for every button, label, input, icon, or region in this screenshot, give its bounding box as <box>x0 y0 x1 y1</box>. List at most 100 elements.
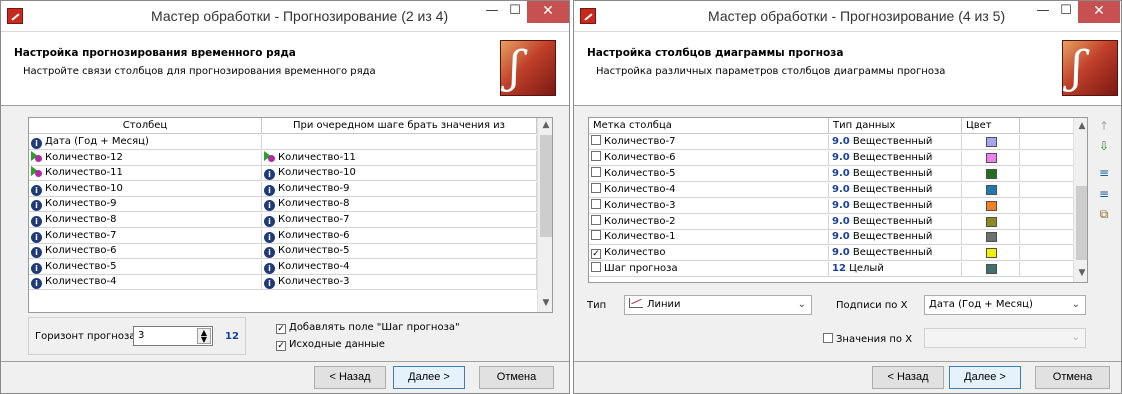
column-header-source[interactable]: При очередном шаге брать значения из <box>262 118 537 134</box>
label-cell[interactable]: Количество-5 <box>589 166 829 182</box>
type-cell[interactable]: 9.0 Вещественный <box>829 135 962 150</box>
table-row[interactable]: i Количество-5 i Количество-4 <box>29 259 537 275</box>
table-row[interactable]: Количество-3 9.0 Вещественный <box>589 198 1073 214</box>
chart-type-select[interactable]: Линии ⌄ <box>624 295 812 315</box>
color-cell[interactable] <box>962 135 1020 150</box>
label-cell[interactable]: ✓ Количество <box>589 246 829 262</box>
color-cell[interactable] <box>962 262 1020 278</box>
checkbox-icon[interactable] <box>591 230 601 241</box>
checkbox-icon[interactable] <box>591 214 601 225</box>
color-swatch[interactable] <box>986 184 997 195</box>
label-cell[interactable]: Количество-2 <box>589 214 829 230</box>
column-cell[interactable]: i Количество-9 <box>29 197 262 213</box>
close-button[interactable]: ✕ <box>1078 1 1120 23</box>
color-swatch[interactable] <box>986 248 997 259</box>
move-up-icon[interactable]: ↑ <box>1096 119 1112 133</box>
checkbox-icon[interactable]: ✓ <box>276 324 286 334</box>
column-cell[interactable]: i Количество-10 <box>29 181 262 197</box>
spinner-arrows-icon[interactable]: ▲ ▼ <box>197 328 211 344</box>
type-cell[interactable]: 9.0 Вещественный <box>829 246 962 262</box>
checkbox-icon[interactable]: ✓ <box>591 249 601 260</box>
column-header-type[interactable]: Тип данных <box>829 118 962 134</box>
color-swatch[interactable] <box>986 200 997 211</box>
x-labels-select[interactable]: Дата (Год + Месяц) ⌄ <box>924 295 1086 315</box>
next-button[interactable]: Далее > <box>949 366 1021 389</box>
type-cell[interactable]: 9.0 Вещественный <box>829 198 962 214</box>
table-row[interactable]: Количество-1 9.0 Вещественный <box>589 230 1073 246</box>
column-header-label[interactable]: Метка столбца <box>589 118 829 134</box>
scroll-down-icon[interactable]: ▼ <box>1074 268 1087 278</box>
color-cell[interactable] <box>962 166 1020 182</box>
table-row[interactable]: Шаг прогноза 12 Целый <box>589 262 1073 278</box>
column-cell[interactable]: Количество-12 <box>29 150 262 166</box>
table-row[interactable]: Количество-2 9.0 Вещественный <box>589 214 1073 230</box>
checkbox-icon[interactable] <box>591 182 601 193</box>
source-cell[interactable] <box>262 135 537 150</box>
type-cell[interactable]: 9.0 Вещественный <box>829 166 962 182</box>
column-header-color[interactable]: Цвет <box>962 118 1020 134</box>
column-cell[interactable]: i Количество-4 <box>29 275 262 291</box>
table-row[interactable]: Количество-11 i Количество-10 <box>29 166 537 182</box>
source-data-checkbox[interactable]: ✓ Исходные данные <box>274 339 385 351</box>
color-swatch[interactable] <box>986 168 997 179</box>
source-cell[interactable]: i Количество-6 <box>262 228 537 244</box>
grid-scrollbar[interactable]: ▲ ▼ <box>1073 118 1087 282</box>
type-cell[interactable]: 9.0 Вещественный <box>829 230 962 246</box>
table-row[interactable]: Количество-12 Количество-11 <box>29 150 537 166</box>
cancel-button[interactable]: Отмена <box>1035 366 1110 389</box>
checkbox-icon[interactable]: ✓ <box>276 341 286 351</box>
back-button[interactable]: < Назад <box>872 366 944 389</box>
maximize-button[interactable]: ☐ <box>1055 1 1077 23</box>
type-cell[interactable]: 9.0 Вещественный <box>829 182 962 198</box>
color-swatch[interactable] <box>986 137 997 147</box>
table-row[interactable]: i Количество-10 i Количество-9 <box>29 181 537 197</box>
color-cell[interactable] <box>962 214 1020 230</box>
color-cell[interactable] <box>962 150 1020 166</box>
column-header-column[interactable]: Столбец <box>29 118 262 134</box>
scroll-up-icon[interactable]: ▲ <box>538 120 552 130</box>
scroll-down-icon[interactable]: ▼ <box>538 298 552 308</box>
label-cell[interactable]: Шаг прогноза <box>589 262 829 278</box>
checkbox-icon[interactable] <box>591 198 601 209</box>
horizon-value[interactable]: 3 <box>138 330 144 341</box>
source-cell[interactable]: i Количество-7 <box>262 213 537 228</box>
table-row[interactable]: i Количество-8 i Количество-7 <box>29 213 537 228</box>
settings-icon[interactable]: ⧉ <box>1096 207 1112 222</box>
source-cell[interactable]: i Количество-10 <box>262 166 537 182</box>
scroll-thumb[interactable] <box>540 135 552 237</box>
column-cell[interactable]: i Количество-5 <box>29 259 262 275</box>
x-values-checkbox[interactable]: Значения по X <box>821 333 912 345</box>
maximize-button[interactable]: ☐ <box>504 1 526 23</box>
minimize-button[interactable]: — <box>481 1 503 23</box>
color-swatch[interactable] <box>986 232 997 243</box>
label-cell[interactable]: Количество-6 <box>589 150 829 166</box>
source-cell[interactable]: i Количество-9 <box>262 181 537 197</box>
color-cell[interactable] <box>962 198 1020 214</box>
type-cell[interactable]: 9.0 Вещественный <box>829 150 962 166</box>
column-cell[interactable]: i Количество-8 <box>29 213 262 228</box>
back-button[interactable]: < Назад <box>314 366 386 389</box>
grid-scrollbar[interactable]: ▲ ▼ <box>537 118 552 312</box>
source-cell[interactable]: i Количество-8 <box>262 197 537 213</box>
label-cell[interactable]: Количество-1 <box>589 230 829 246</box>
column-cell[interactable]: i Количество-7 <box>29 228 262 244</box>
label-cell[interactable]: Количество-7 <box>589 135 829 150</box>
source-cell[interactable]: i Количество-4 <box>262 259 537 275</box>
close-button[interactable]: ✕ <box>527 1 569 23</box>
add-step-checkbox[interactable]: ✓ Добавлять поле "Шаг прогноза" <box>274 322 460 334</box>
move-down-icon[interactable]: ⇩ <box>1096 139 1112 153</box>
horizon-spinner[interactable]: 3 ▲ ▼ <box>133 326 213 346</box>
type-cell[interactable]: 9.0 Вещественный <box>829 214 962 230</box>
table-row[interactable]: Количество-6 9.0 Вещественный <box>589 150 1073 166</box>
checkbox-icon[interactable] <box>823 333 833 343</box>
type-cell[interactable]: 12 Целый <box>829 262 962 278</box>
color-swatch[interactable] <box>986 264 997 275</box>
column-cell[interactable]: i Дата (Год + Месяц) <box>29 135 262 150</box>
scroll-thumb[interactable] <box>1076 186 1087 260</box>
column-cell[interactable]: Количество-11 <box>29 166 262 182</box>
checkbox-icon[interactable] <box>591 262 601 273</box>
check-all-icon[interactable]: ≡ <box>1096 166 1112 180</box>
cancel-button[interactable]: Отмена <box>479 366 554 389</box>
table-row[interactable]: i Количество-4 i Количество-3 <box>29 275 537 291</box>
label-cell[interactable]: Количество-4 <box>589 182 829 198</box>
